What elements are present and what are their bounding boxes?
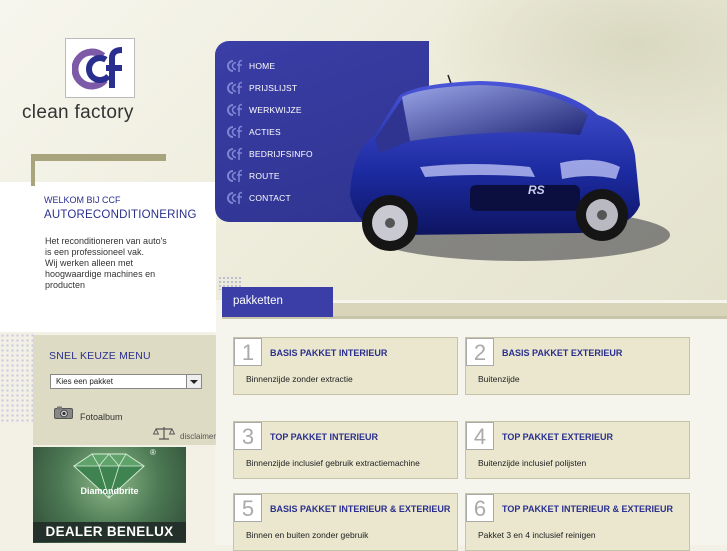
dealer-benelux-label: DEALER BENELUX: [33, 522, 186, 542]
dot-pattern: [0, 333, 34, 423]
package-select[interactable]: Kies een pakket: [50, 374, 202, 389]
package-number: 5: [234, 494, 262, 522]
nav-item-label: BEDRIJFSINFO: [249, 149, 313, 159]
chevron-down-icon[interactable]: [186, 375, 201, 388]
car-image: RS: [350, 74, 670, 261]
package-title[interactable]: TOP PAKKET INTERIEUR: [270, 432, 378, 442]
car-rs-badge: RS: [528, 183, 545, 197]
package-card[interactable]: 2 BASIS PAKKET EXTERIEUR Buitenzijde: [465, 337, 690, 395]
package-number: 4: [466, 422, 494, 450]
welcome-title: WELKOM BIJ CCF: [44, 195, 121, 205]
ccf-icon: [227, 169, 243, 182]
nav-item-label: WERKWIJZE: [249, 105, 302, 115]
scale-icon: [153, 427, 175, 440]
welcome-subtitle: AUTORECONDITIONERING: [44, 209, 197, 221]
logo-wordmark[interactable]: clean car factory: [22, 102, 379, 178]
camera-icon[interactable]: [54, 406, 73, 419]
package-number: 1: [234, 338, 262, 366]
divider-bar: [31, 154, 166, 161]
package-title[interactable]: TOP PAKKET INTERIEUR & EXTERIEUR: [502, 504, 673, 514]
package-title[interactable]: BASIS PAKKET INTERIEUR & EXTERIEUR: [270, 504, 450, 514]
package-description: Buitenzijde inclusief polijsten: [478, 458, 587, 468]
nav-item-route[interactable]: ROUTE: [226, 168, 280, 184]
package-title[interactable]: BASIS PAKKET EXTERIEUR: [502, 348, 622, 358]
ccf-icon: [227, 103, 243, 116]
package-card[interactable]: 6 TOP PAKKET INTERIEUR & EXTERIEUR Pakket …: [465, 493, 690, 551]
package-number: 6: [466, 494, 494, 522]
package-description: Pakket 3 en 4 inclusief reinigen: [478, 530, 596, 540]
tab-pakketten-label[interactable]: pakketten: [233, 295, 283, 307]
package-card[interactable]: 3 TOP PAKKET INTERIEUR Binnenzijde inclusi…: [233, 421, 458, 479]
nav-item-acties[interactable]: ACTIES: [226, 124, 281, 140]
disclaimer-link[interactable]: disclaimer: [180, 432, 216, 441]
package-card[interactable]: 1 BASIS PAKKET INTERIEUR Binnenzijde zonde…: [233, 337, 458, 395]
package-card[interactable]: 4 TOP PAKKET EXTERIEUR Buitenzijde inclusi…: [465, 421, 690, 479]
ccf-icon: [227, 81, 243, 94]
ccf-icon: [227, 125, 243, 138]
welcome-text: Het reconditioneren van auto's is een pr…: [45, 236, 167, 290]
nav-item-home[interactable]: HOME: [226, 58, 275, 74]
diamondbrite-brand: Diamondbrite: [80, 486, 139, 496]
nav-item-werkwijze[interactable]: WERKWIJZE: [226, 102, 302, 118]
nav-item-label: ACTIES: [249, 127, 281, 137]
ccf-logo-icon[interactable]: [72, 42, 128, 94]
package-description: Binnenzijde inclusief gebruik extractiem…: [246, 458, 420, 468]
nav-item-label: HOME: [249, 61, 276, 71]
ccf-icon: [227, 59, 243, 72]
nav-item-prijslijst[interactable]: PRIJSLIJST: [226, 80, 297, 96]
nav-item-bedrijfsinfo[interactable]: BEDRIJFSINFO: [226, 146, 313, 162]
nav-item-label: ROUTE: [249, 171, 280, 181]
package-select-value: Kies een pakket: [56, 377, 113, 386]
package-title[interactable]: BASIS PAKKET INTERIEUR: [270, 348, 387, 358]
package-description: Binnen en buiten zonder gebruik: [246, 530, 369, 540]
package-title[interactable]: TOP PAKKET EXTERIEUR: [502, 432, 613, 442]
package-number: 2: [466, 338, 494, 366]
ccf-icon: [227, 191, 243, 204]
ccf-icon: [227, 147, 243, 160]
package-description: Buitenzijde: [478, 374, 520, 384]
nav-item-label: PRIJSLIJST: [249, 83, 298, 93]
package-description: Binnenzijde zonder extractie: [246, 374, 353, 384]
photo-album-link[interactable]: Fotoalbum: [80, 412, 123, 422]
logo-word-clean: clean: [22, 102, 75, 123]
divider-bar-vertical: [31, 154, 35, 186]
nav-item-label: CONTACT: [249, 193, 291, 203]
package-number: 3: [234, 422, 262, 450]
quick-menu-title: SNEL KEUZE MENU: [49, 350, 151, 362]
nav-item-contact[interactable]: CONTACT: [226, 190, 291, 206]
registered-mark: ®: [150, 448, 156, 457]
logo-word-factory: factory: [74, 102, 134, 123]
package-card[interactable]: 5 BASIS PAKKET INTERIEUR & EXTERIEUR Binne…: [233, 493, 458, 551]
